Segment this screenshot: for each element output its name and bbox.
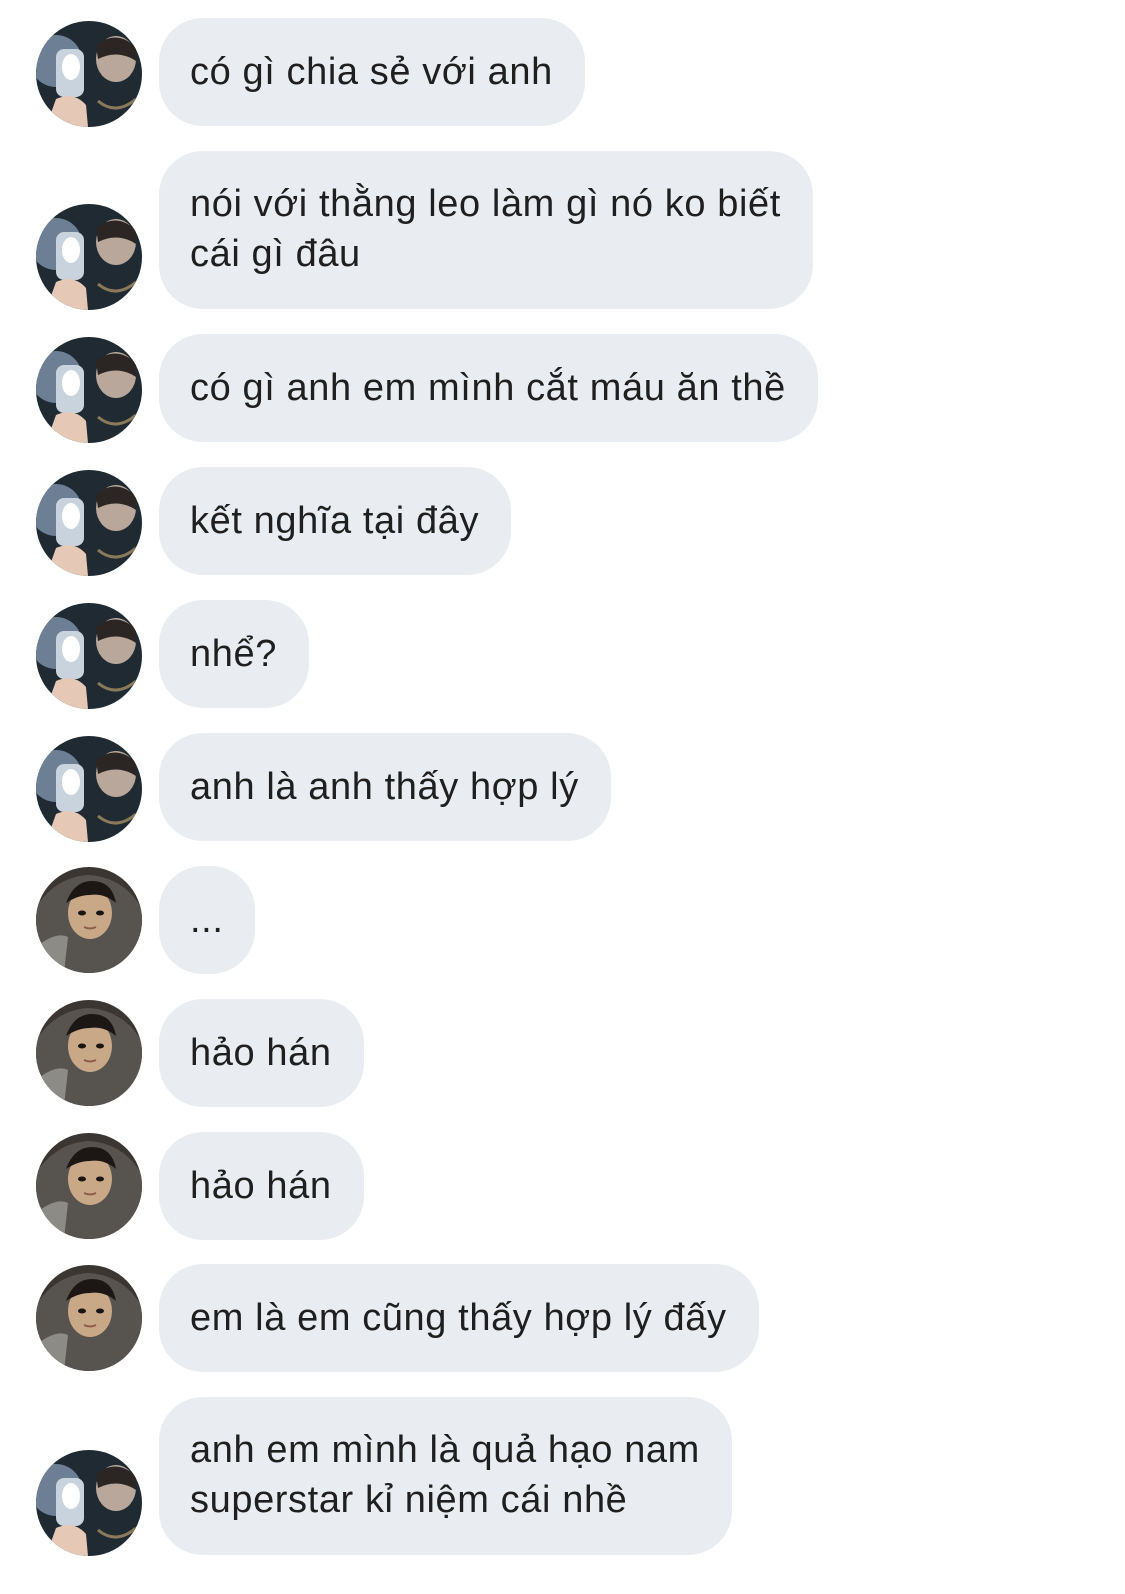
avatar-mirror-selfie-icon[interactable] bbox=[36, 21, 142, 127]
avatar-mirror-selfie-icon[interactable] bbox=[36, 603, 142, 709]
avatar-mirror-selfie-icon[interactable] bbox=[36, 1450, 142, 1556]
message-bubble[interactable]: có gì anh em mình cắt máu ăn thề bbox=[159, 334, 818, 442]
avatar-hooded-selfie-icon[interactable] bbox=[36, 1000, 142, 1106]
message-bubble[interactable]: ... bbox=[159, 866, 256, 974]
message-bubble[interactable]: hảo hán bbox=[159, 999, 364, 1107]
message-line: anh em mình là quả hạo nam bbox=[190, 1429, 700, 1471]
message-bubble[interactable]: em là em cũng thấy hợp lý đấy bbox=[159, 1264, 759, 1372]
message-line: superstar kỉ niệm cái nhề bbox=[190, 1479, 628, 1521]
message-bubble[interactable]: anh là anh thấy hợp lý bbox=[159, 733, 611, 841]
message-bubble[interactable]: nói với thằng leo làm gì nó ko biết cái … bbox=[159, 151, 813, 309]
message-bubble[interactable]: có gì chia sẻ với anh bbox=[159, 18, 585, 126]
message-bubble[interactable]: nhể? bbox=[159, 600, 309, 708]
message-bubble[interactable]: anh em mình là quả hạo nam superstar kỉ … bbox=[159, 1397, 732, 1555]
avatar-mirror-selfie-icon[interactable] bbox=[36, 337, 142, 443]
avatar-hooded-selfie-icon[interactable] bbox=[36, 1265, 142, 1371]
message-line: nói với thằng leo làm gì nó ko biết bbox=[190, 183, 781, 225]
avatar-mirror-selfie-icon[interactable] bbox=[36, 470, 142, 576]
avatar-mirror-selfie-icon[interactable] bbox=[36, 204, 142, 310]
avatar-hooded-selfie-icon[interactable] bbox=[36, 867, 142, 973]
message-line: cái gì đâu bbox=[190, 233, 361, 275]
message-bubble[interactable]: kết nghĩa tại đây bbox=[159, 467, 512, 575]
message-bubble[interactable]: hảo hán bbox=[159, 1132, 364, 1240]
avatar-mirror-selfie-icon[interactable] bbox=[36, 736, 142, 842]
avatar-hooded-selfie-icon[interactable] bbox=[36, 1133, 142, 1239]
